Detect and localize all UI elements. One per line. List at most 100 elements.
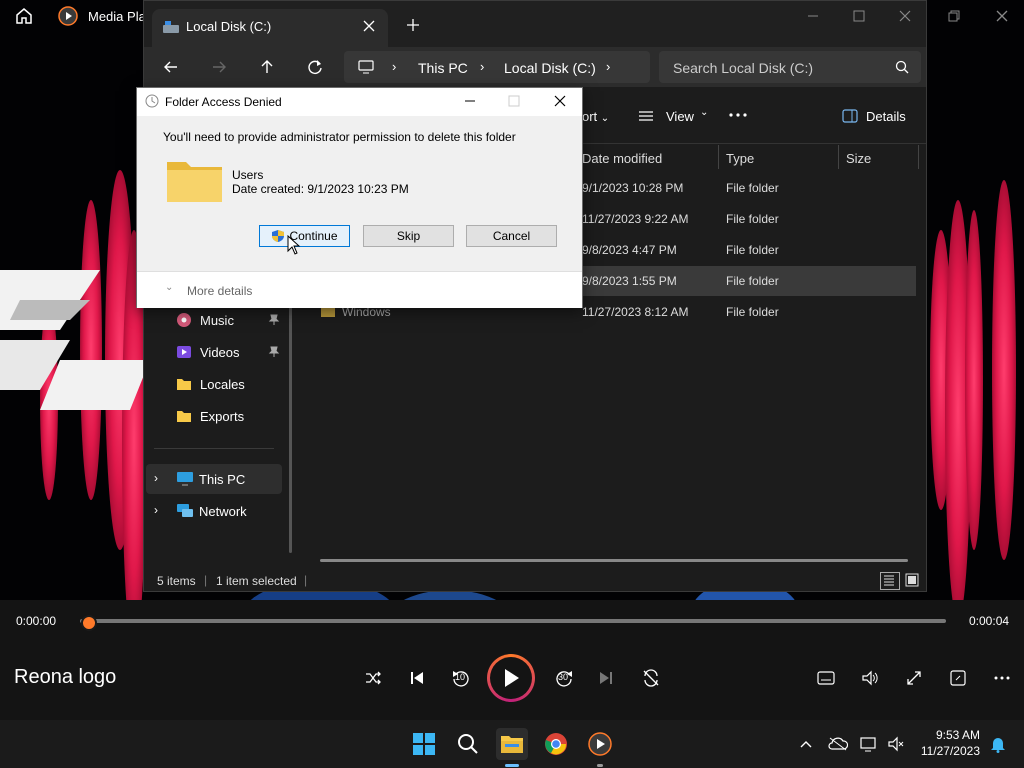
column-divider[interactable] — [838, 145, 839, 169]
notification-bell-icon[interactable] — [982, 728, 1014, 760]
skip-forward-icon[interactable]: 30 — [548, 662, 580, 694]
seek-thumb[interactable] — [81, 615, 97, 631]
media-player-app-icon — [58, 6, 78, 26]
column-header-date-modified[interactable]: Date modified — [582, 147, 662, 171]
column-header-size[interactable]: Size — [846, 147, 871, 171]
sidebar-item-label: Locales — [200, 376, 245, 392]
captions-icon[interactable] — [810, 662, 842, 694]
home-icon[interactable] — [14, 6, 34, 26]
row-type: File folder — [726, 274, 779, 288]
skip-label: Skip — [396, 229, 421, 243]
computer-icon — [358, 59, 374, 75]
status-separator: | — [304, 573, 308, 587]
chevron-up-icon[interactable] — [790, 728, 822, 760]
sidebar-item-label: This PC — [199, 472, 246, 487]
breadcrumb-chevron-icon: › — [480, 59, 485, 74]
chevron-right-icon[interactable]: › — [154, 503, 158, 517]
search-icon — [895, 60, 909, 74]
music-icon — [176, 312, 192, 328]
repeat-icon[interactable] — [635, 662, 667, 694]
more-details-toggle[interactable]: ⌄ More details — [137, 271, 582, 308]
maximize-icon[interactable] — [507, 94, 521, 108]
item-count: 5 items — [157, 574, 196, 588]
breadcrumb-this-pc[interactable]: This PC — [418, 60, 468, 76]
shuffle-icon[interactable] — [357, 662, 389, 694]
up-icon[interactable] — [258, 58, 276, 76]
sidebar-item-this-pc[interactable]: › This PC — [146, 464, 282, 494]
start-icon[interactable] — [408, 728, 440, 760]
breadcrumb-local-disk[interactable]: Local Disk (C:) — [504, 60, 596, 76]
cancel-button[interactable]: Cancel — [466, 225, 557, 247]
row-type: File folder — [726, 243, 779, 257]
sidebar-item-videos[interactable]: Videos — [176, 337, 316, 367]
new-tab-icon[interactable] — [406, 18, 420, 32]
status-separator: | — [204, 573, 208, 587]
back-icon[interactable] — [162, 58, 180, 76]
cancel-label: Cancel — [492, 229, 531, 243]
close-icon[interactable] — [553, 94, 567, 108]
close-tab-icon[interactable] — [362, 19, 376, 33]
folder-icon — [176, 409, 192, 423]
more-options-icon[interactable] — [986, 662, 1018, 694]
address-bar[interactable]: › This PC › Local Disk (C:) › — [344, 51, 650, 83]
tab-local-disk[interactable]: Local Disk (C:) — [152, 9, 388, 47]
dialog-title: Folder Access Denied — [165, 95, 282, 109]
dialog-titlebar: Folder Access Denied — [137, 88, 582, 116]
details-pane-button[interactable]: Details — [842, 107, 912, 127]
pin-icon[interactable] — [268, 314, 280, 326]
onedrive-offline-icon[interactable] — [822, 728, 854, 760]
clock-time[interactable]: 9:53 AM — [920, 728, 980, 742]
play-button[interactable] — [487, 654, 535, 702]
search-input[interactable]: Search Local Disk (C:) — [659, 51, 921, 83]
sidebar-item-network[interactable]: › Network — [146, 496, 282, 526]
sidebar-item-label: Music — [200, 312, 234, 328]
row-date: 9/1/2023 10:28 PM — [582, 181, 684, 195]
sort-button[interactable]: ort ⌄ — [582, 109, 609, 124]
search-placeholder: Search Local Disk (C:) — [673, 60, 814, 76]
details-label: Details — [866, 109, 906, 124]
chevron-right-icon[interactable]: › — [154, 471, 158, 485]
row-date: 11/27/2023 9:22 AM — [582, 212, 689, 226]
forward-icon[interactable] — [210, 58, 228, 76]
current-time: 0:00:00 — [16, 614, 57, 628]
large-icons-view-icon[interactable] — [904, 572, 920, 588]
seek-bar[interactable] — [80, 619, 946, 623]
restore-icon[interactable] — [946, 8, 962, 24]
total-time: 0:00:04 — [969, 614, 1010, 628]
chrome-icon[interactable] — [540, 728, 572, 760]
more-details-label: More details — [187, 284, 253, 298]
dialog-app-icon — [145, 94, 159, 108]
details-view-icon[interactable] — [880, 572, 900, 590]
column-header-type[interactable]: Type — [726, 147, 754, 171]
sidebar-item-music[interactable]: Music — [176, 305, 316, 335]
view-label: View — [666, 109, 694, 124]
column-divider[interactable] — [918, 145, 919, 169]
clock-date[interactable]: 11/27/2023 — [912, 744, 980, 758]
skip-back-icon[interactable]: 10 — [445, 662, 477, 694]
sidebar-item-exports[interactable]: Exports — [176, 401, 316, 431]
file-explorer-taskbar-icon[interactable] — [496, 728, 528, 760]
mini-player-icon[interactable] — [942, 662, 974, 694]
search-icon[interactable] — [452, 728, 484, 760]
next-icon[interactable] — [590, 662, 622, 694]
close-icon[interactable] — [994, 8, 1010, 24]
volume-muted-icon[interactable] — [880, 728, 912, 760]
skip-button[interactable]: Skip — [363, 225, 454, 247]
pin-icon[interactable] — [268, 346, 280, 358]
volume-icon[interactable] — [854, 662, 886, 694]
minimize-icon[interactable] — [463, 94, 477, 108]
play-icon — [490, 657, 532, 699]
refresh-icon[interactable] — [306, 58, 324, 76]
fullscreen-icon[interactable] — [898, 662, 930, 694]
this-pc-icon — [176, 471, 194, 487]
media-player-taskbar-icon[interactable] — [584, 728, 616, 760]
sidebar-item-locales[interactable]: Locales — [176, 369, 316, 399]
close-window-icon[interactable] — [898, 9, 912, 23]
column-divider[interactable] — [718, 145, 719, 169]
maximize-icon[interactable] — [852, 9, 866, 23]
horizontal-scrollbar[interactable] — [320, 559, 908, 562]
previous-icon[interactable] — [401, 662, 433, 694]
see-more-icon[interactable] — [728, 107, 748, 123]
continue-button[interactable]: Continue — [259, 225, 350, 247]
minimize-icon[interactable] — [806, 9, 820, 23]
